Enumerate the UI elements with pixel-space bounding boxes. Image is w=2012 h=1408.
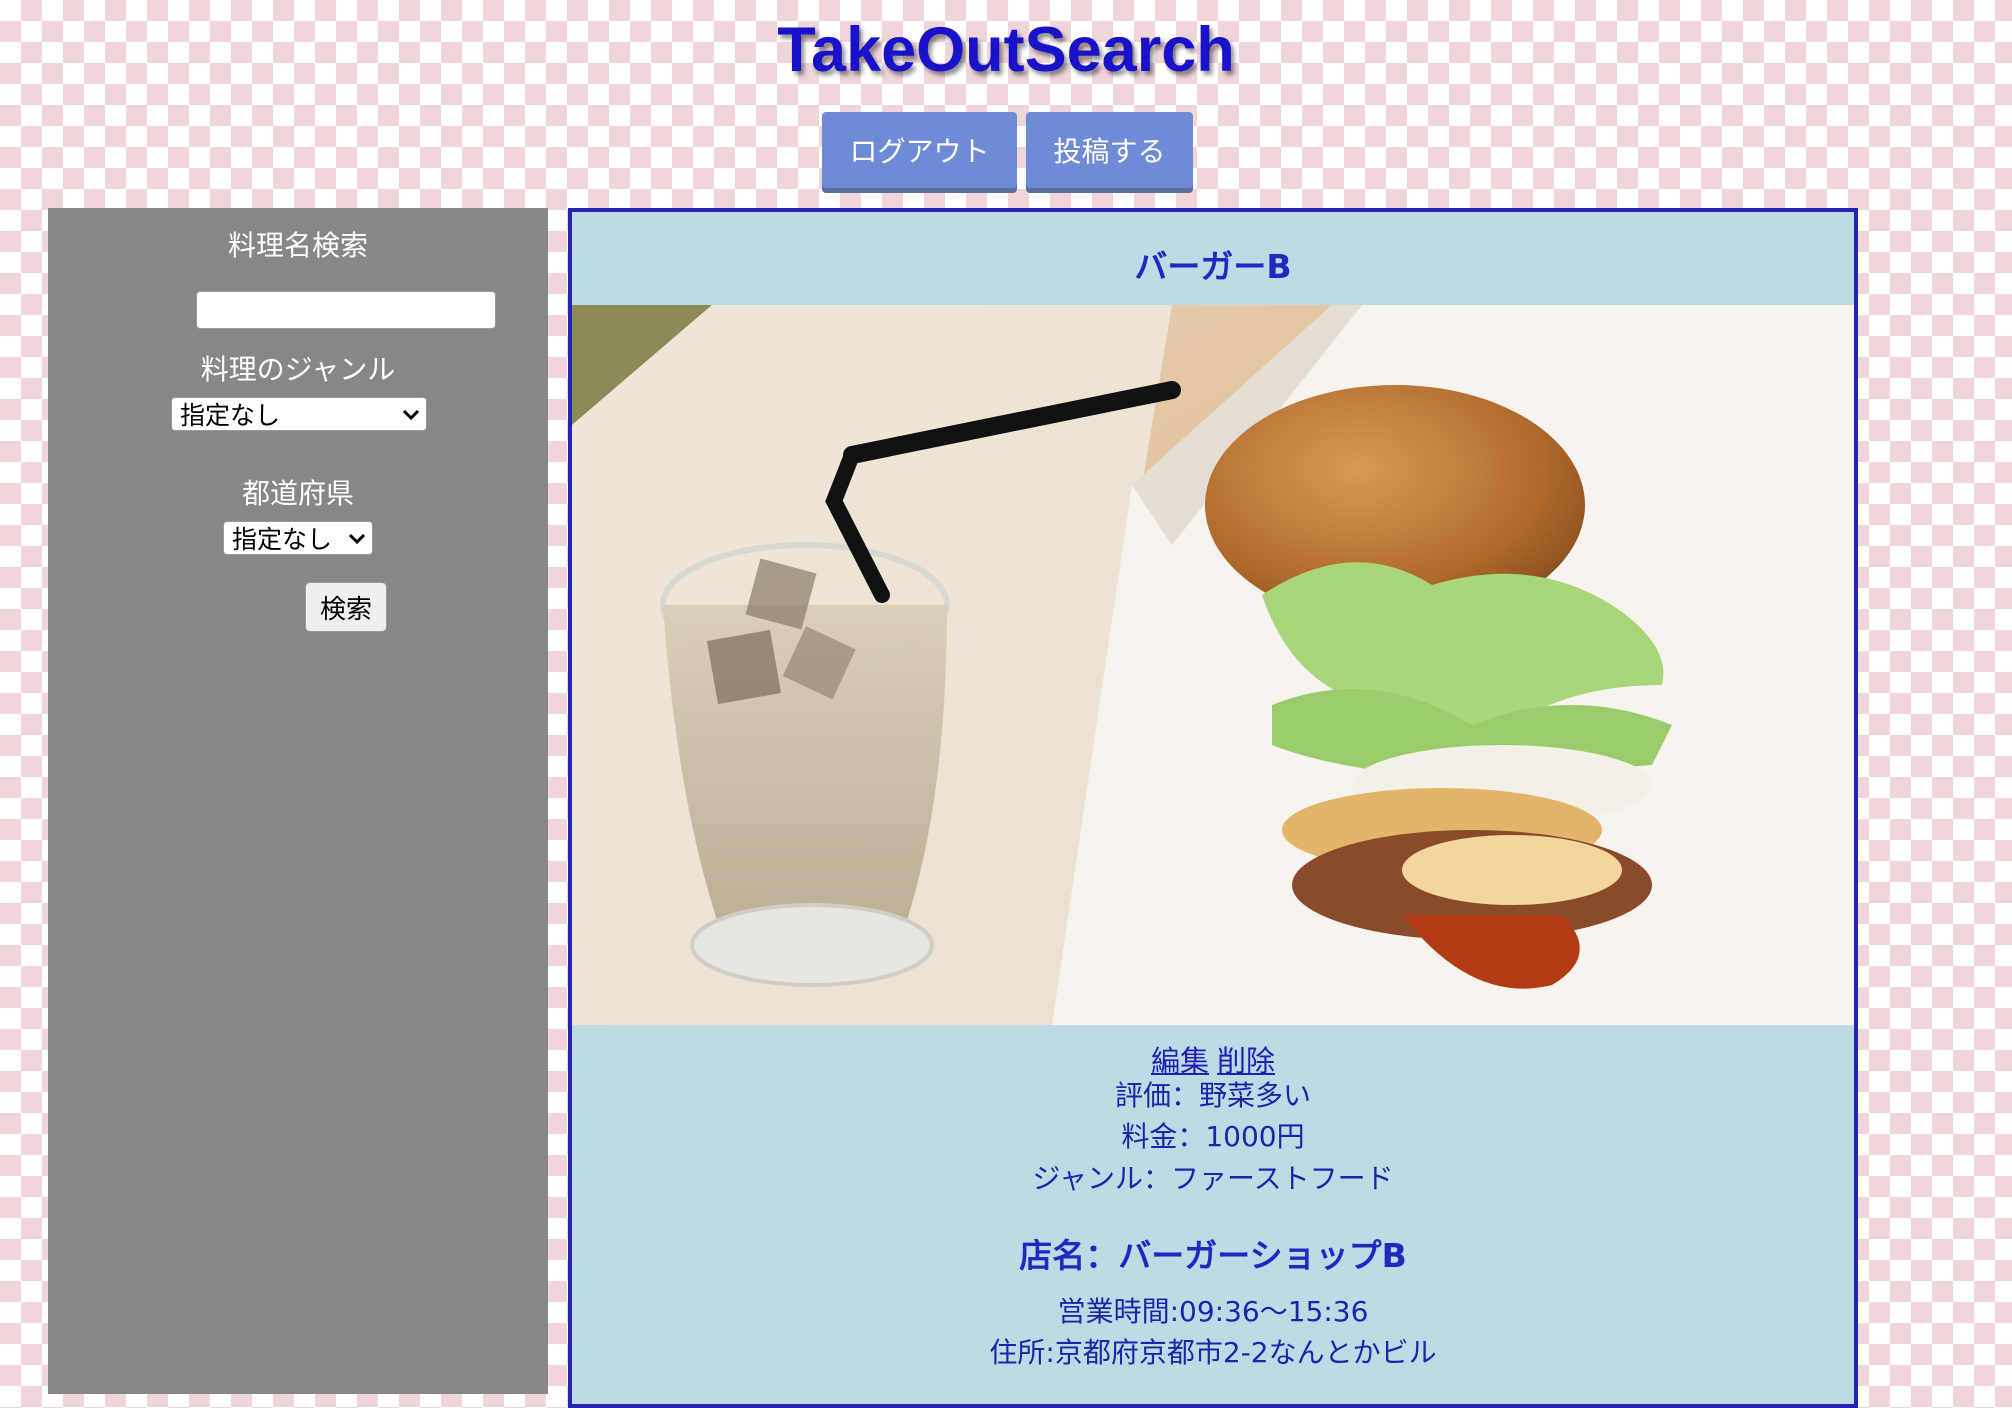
genre-label: 料理のジャンル — [200, 353, 396, 386]
genre-text: ジャンル：ファーストフード — [1032, 1162, 1394, 1195]
prefecture-select[interactable]: 指定なし — [223, 521, 373, 555]
search-button[interactable]: 検索 — [305, 582, 387, 632]
hours-text: 営業時間:09:36〜15:36 — [1057, 1295, 1369, 1328]
logout-button[interactable]: ログアウト — [822, 112, 1017, 188]
genre-select[interactable]: 指定なし — [171, 397, 427, 431]
chevron-down-icon — [348, 526, 372, 550]
chevron-down-icon — [402, 402, 426, 426]
prefecture-select-value: 指定なし — [232, 525, 333, 554]
post-title: バーガーB — [1134, 247, 1292, 286]
genre-select-value: 指定なし — [180, 401, 281, 430]
rating-text: 評価：野菜多い — [1114, 1079, 1311, 1112]
post-actions: 編集 削除 — [572, 1038, 1854, 1080]
shop-name: 店名：バーガーショップB — [1019, 1236, 1407, 1275]
edit-link[interactable]: 編集 — [1151, 1044, 1209, 1078]
price-text: 料金：1000円 — [1121, 1120, 1305, 1153]
name-search-input[interactable] — [196, 291, 496, 329]
delete-link[interactable]: 削除 — [1217, 1044, 1275, 1078]
post-card: バーガーB 編集 削除 評価：野菜多い 料金：1000円 ジャンル：ファーストフ… — [568, 208, 1858, 1408]
header-nav: ログアウト 投稿する — [822, 112, 1193, 188]
name-search-label: 料理名検索 — [227, 229, 368, 262]
prefecture-label: 都道府県 — [241, 477, 354, 510]
address-text: 住所:京都府京都市2-2なんとかビル — [989, 1336, 1437, 1369]
post-button[interactable]: 投稿する — [1026, 112, 1193, 188]
site-title: TakeOutSearch — [777, 15, 1235, 85]
food-photo — [572, 305, 1854, 1025]
search-sidebar: 料理名検索 料理のジャンル 指定なし 都道府県 指定なし 検索 — [48, 208, 548, 1394]
